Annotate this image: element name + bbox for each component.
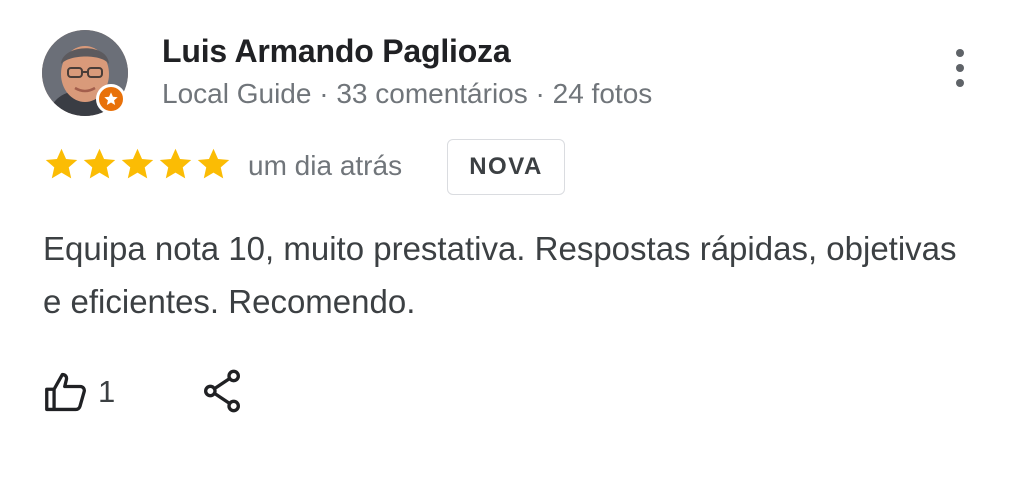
star-icon xyxy=(121,148,154,179)
star-icon xyxy=(83,148,116,179)
thumbs-up-icon xyxy=(45,372,86,412)
share-button[interactable] xyxy=(200,366,244,416)
star-rating xyxy=(43,146,232,183)
like-button[interactable]: 1 xyxy=(44,366,115,418)
star-icon xyxy=(197,148,230,179)
like-count: 1 xyxy=(98,374,116,409)
reviewer-name[interactable]: Luis Armando Paglioza xyxy=(162,33,511,70)
review-date: um dia atrás xyxy=(248,150,403,181)
more-vert-icon xyxy=(956,49,964,57)
local-guide-star-icon xyxy=(96,84,126,114)
new-badge: NOVA xyxy=(447,139,565,195)
star-icon xyxy=(159,148,192,179)
reviewer-meta: Local Guide · 33 comentários · 24 fotos xyxy=(162,78,653,109)
share-icon xyxy=(204,369,241,413)
review-text: Equipa nota 10, muito prestativa. Respos… xyxy=(43,230,957,320)
more-vert-icon-dot xyxy=(956,64,964,72)
review-card: Luis Armando Paglioza Local Guide · 33 c… xyxy=(0,0,1024,477)
star-icon xyxy=(45,148,78,179)
more-vert-icon-dot xyxy=(956,79,964,87)
more-options-button[interactable] xyxy=(940,46,980,90)
